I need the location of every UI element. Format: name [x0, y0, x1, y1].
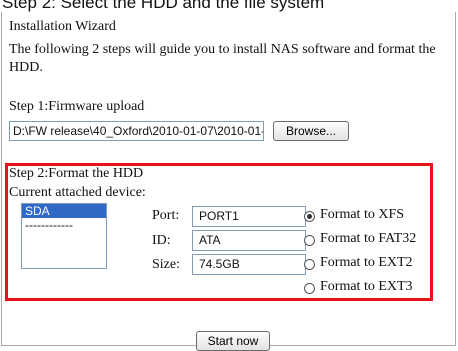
format-ext2-label: Format to EXT2	[320, 255, 413, 270]
radio-format-xfs[interactable]	[304, 211, 315, 222]
port-field[interactable]: PORT1	[192, 206, 306, 227]
format-xfs-label: Format to XFS	[320, 207, 405, 222]
size-field[interactable]: 74.5GB	[192, 254, 306, 275]
size-label: Size:	[152, 257, 180, 272]
id-field[interactable]: ATA	[192, 230, 306, 251]
browse-button[interactable]: Browse...	[273, 121, 349, 141]
id-label: ID:	[152, 233, 171, 248]
format-fat32-label: Format to FAT32	[320, 231, 417, 246]
device-option-sda[interactable]: SDA	[22, 204, 106, 218]
radio-format-ext2[interactable]	[304, 259, 315, 270]
firmware-file-field[interactable]: D:\FW release\40_Oxford\2010-01-07\2010-…	[9, 121, 264, 141]
step2-label: Step 2:Format the HDD	[9, 166, 144, 181]
radio-format-fat32[interactable]	[304, 235, 315, 246]
radio-format-ext3[interactable]	[304, 283, 315, 294]
device-option-empty[interactable]: ------------	[22, 218, 106, 232]
step1-label: Step 1:Firmware upload	[9, 99, 145, 114]
start-now-button[interactable]: Start now	[196, 331, 270, 351]
current-device-label: Current attached device:	[9, 185, 146, 200]
wizard-intro-text: The following 2 steps will guide you to …	[9, 42, 436, 75]
format-ext3-label: Format to EXT3	[320, 279, 413, 294]
device-listbox[interactable]: SDA ------------	[21, 203, 107, 269]
port-label: Port:	[152, 208, 180, 223]
wizard-title: Installation Wizard	[9, 19, 116, 34]
